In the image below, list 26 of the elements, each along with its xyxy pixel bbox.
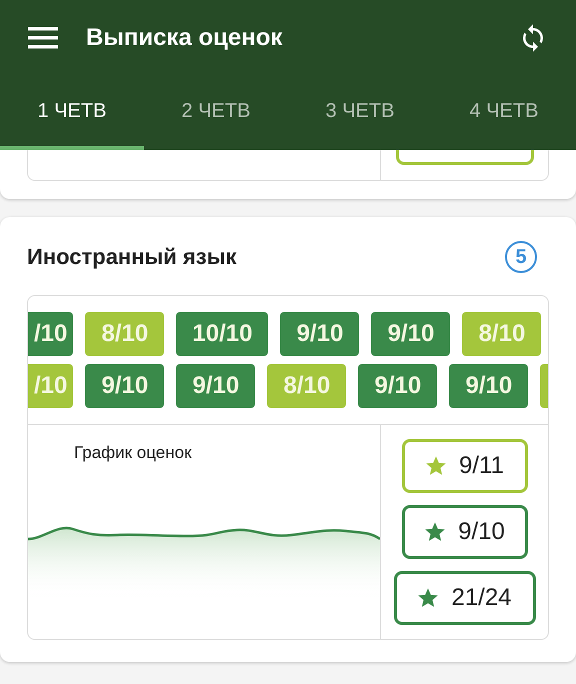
- quarter-tab[interactable]: 2 ЧЕТВ: [144, 76, 288, 150]
- grade-count-badge: 5: [505, 241, 537, 273]
- star-icon: [424, 521, 446, 543]
- star-icon: [425, 455, 448, 477]
- app-title: Выписка оценок: [86, 24, 284, 52]
- grade-chip: /10: [28, 364, 74, 408]
- grade-chip: 8/10: [462, 312, 542, 356]
- subject-name: Иностранный язык: [27, 244, 237, 270]
- star-icon: [417, 587, 440, 609]
- score-text: 21/24: [451, 584, 512, 612]
- grade-chip: 10/10: [176, 312, 268, 356]
- menu-icon[interactable]: [28, 27, 58, 49]
- score-text: 9/10: [458, 518, 505, 546]
- chart-label: График оценок: [74, 443, 192, 463]
- grade-chip: 9/10: [358, 364, 438, 408]
- score-text: 9/11: [459, 452, 504, 480]
- quarter-tab[interactable]: 3 ЧЕТВ: [288, 76, 432, 150]
- grade-chip: 9/10: [280, 312, 360, 356]
- grade-chip: 9/10: [176, 364, 256, 408]
- grade-chip: 9/10: [449, 364, 528, 408]
- grade-chip: 9/10: [85, 364, 164, 408]
- grade-chip: /10: [28, 312, 74, 356]
- grade-chip: 8/10: [85, 312, 164, 356]
- grade-chip: 9/10: [371, 312, 450, 356]
- grade-chip: 8/10: [267, 364, 346, 408]
- quarter-tab[interactable]: 4 ЧЕТВ: [432, 76, 576, 150]
